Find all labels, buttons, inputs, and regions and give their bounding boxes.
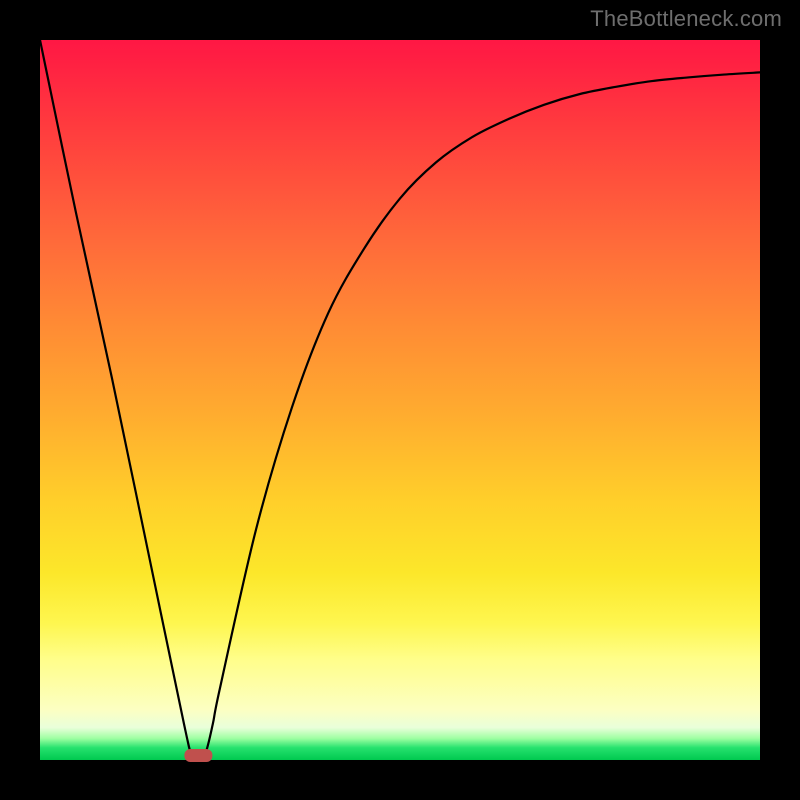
chart-frame: TheBottleneck.com: [0, 0, 800, 800]
bottleneck-curve: [40, 40, 760, 760]
minimum-marker: [184, 749, 212, 762]
curve-layer: [40, 40, 760, 760]
watermark-text: TheBottleneck.com: [590, 6, 782, 32]
plot-area: [40, 40, 760, 760]
